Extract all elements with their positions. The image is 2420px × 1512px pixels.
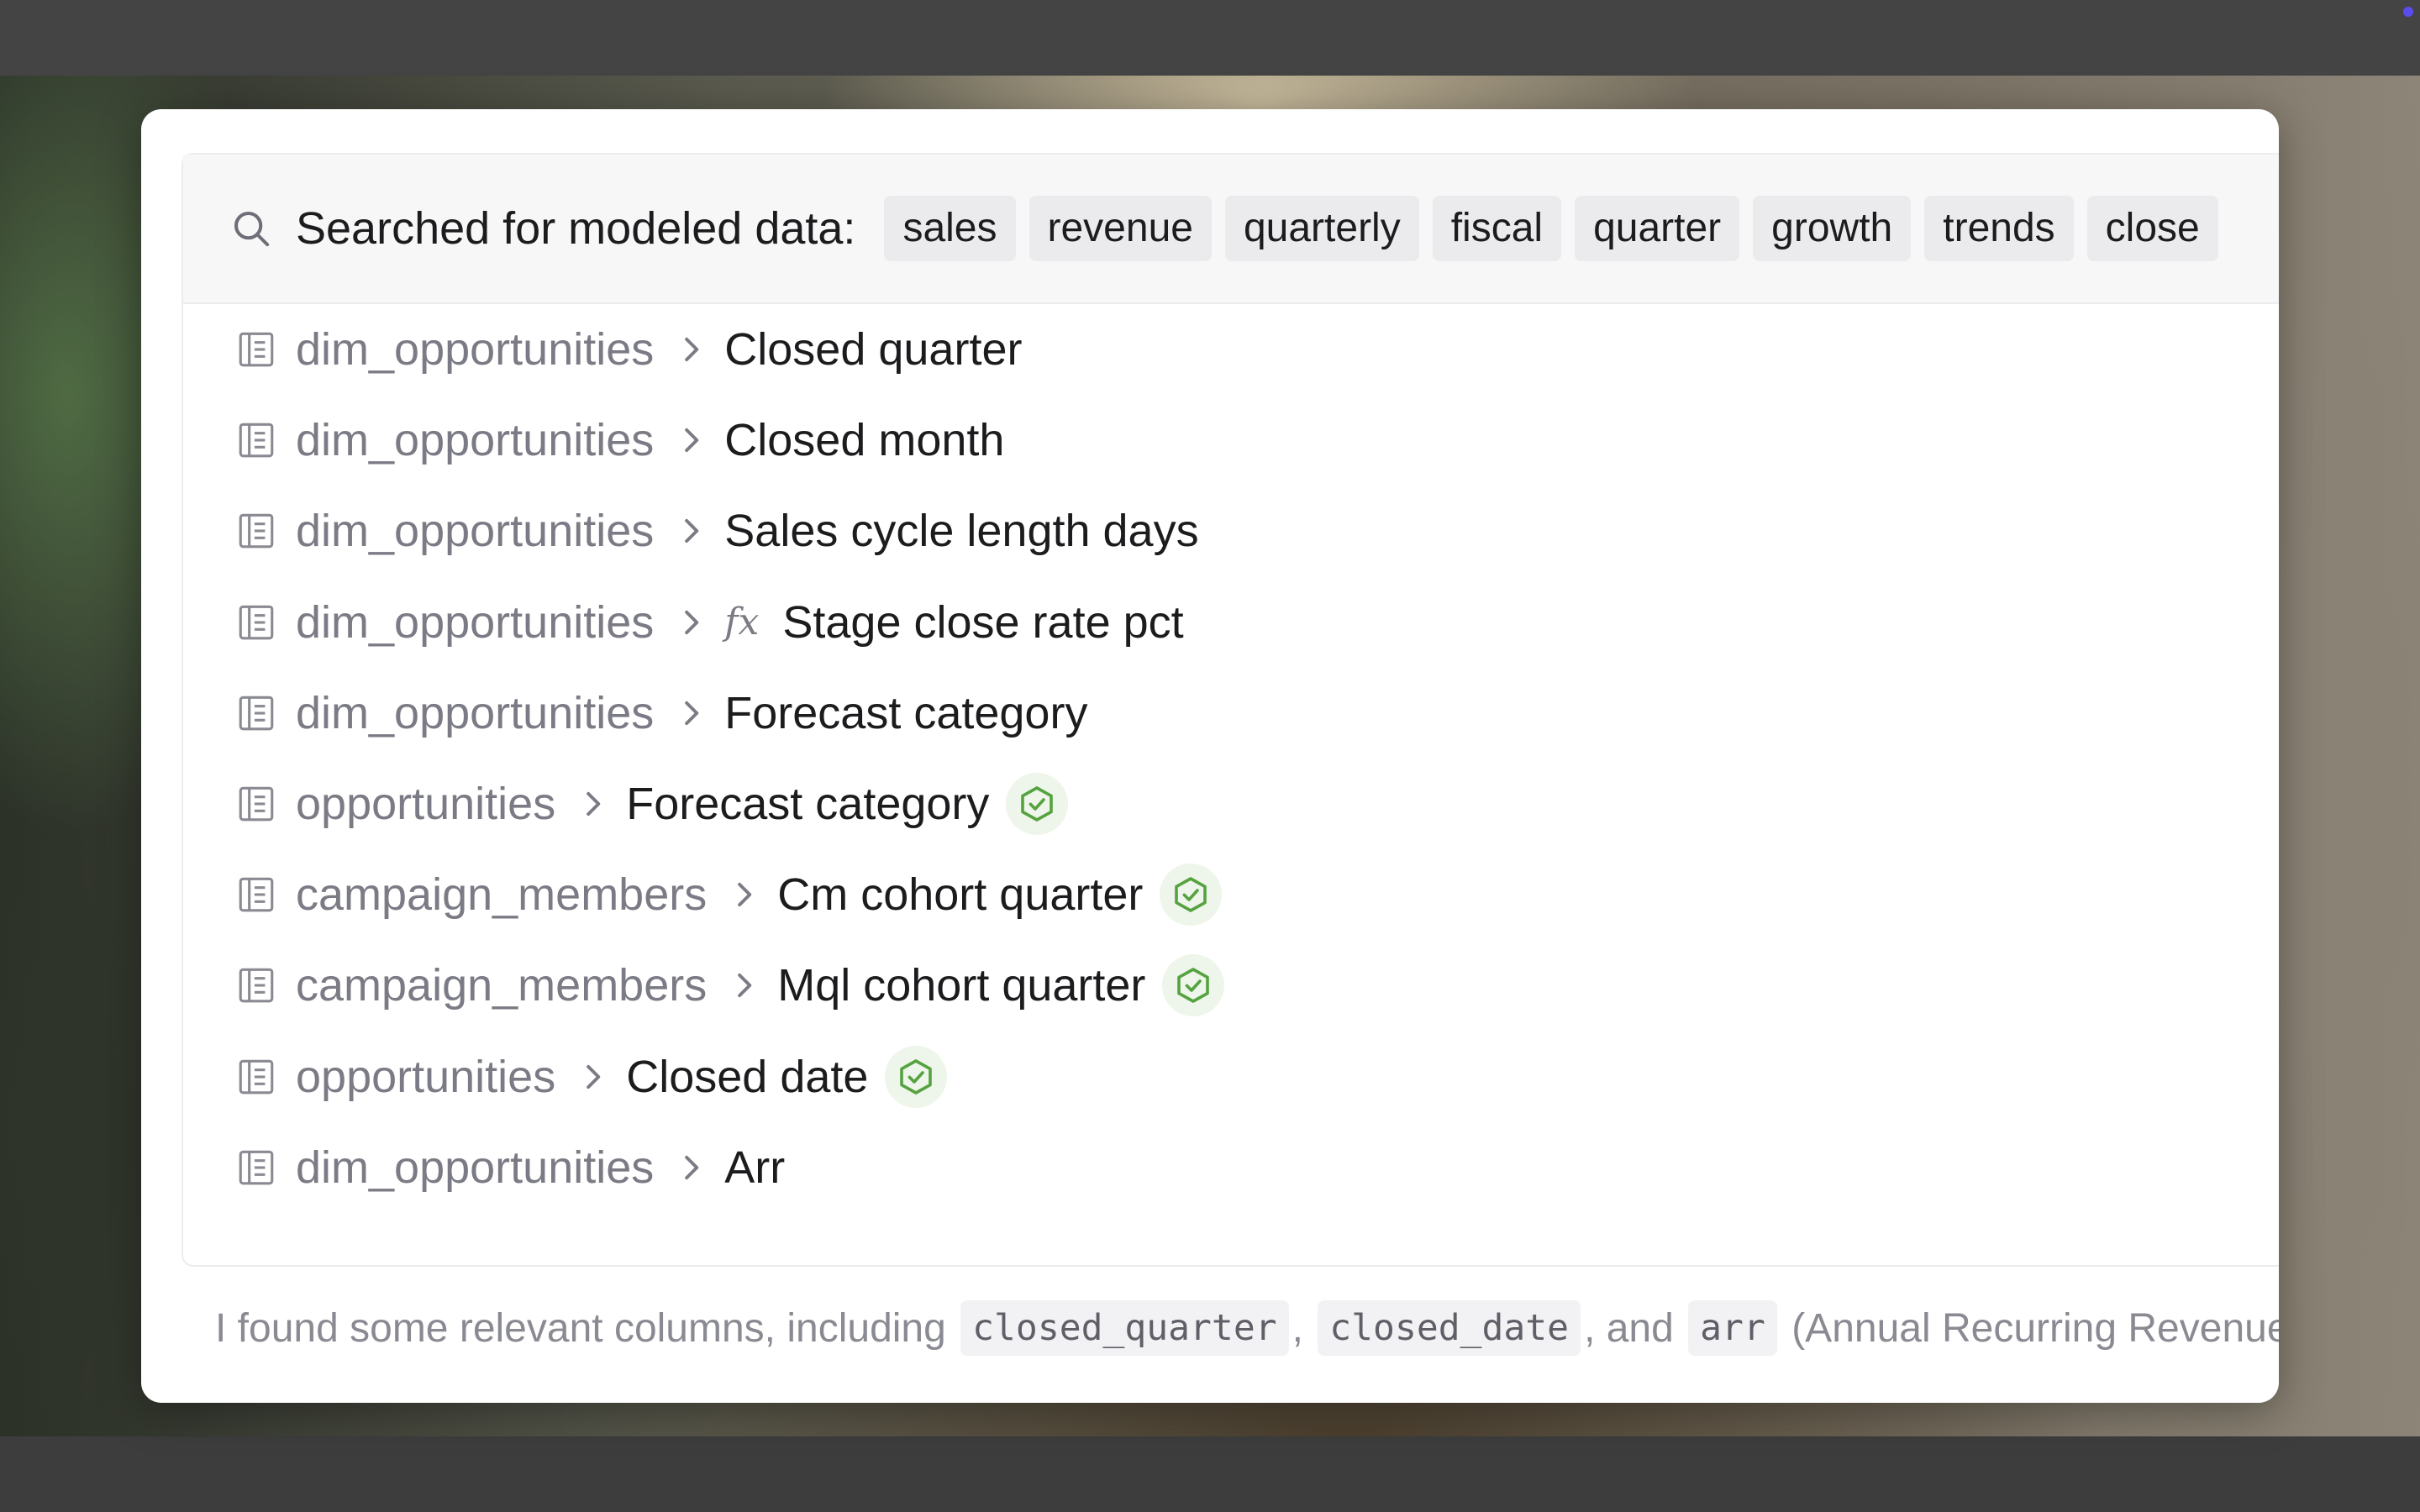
- inline-code-arr: arr: [1688, 1300, 1777, 1356]
- result-row[interactable]: campaign_members Mql cohort quarter: [183, 940, 1225, 1031]
- search-term-chip: close: [2086, 196, 2218, 261]
- table-icon: [239, 332, 274, 367]
- result-column-name: Closed month: [724, 415, 1005, 466]
- chevron-right-icon: [738, 883, 752, 907]
- result-row[interactable]: opportunities Forecast category: [183, 759, 1069, 849]
- table-icon: [239, 1059, 274, 1094]
- result-table-name: campaign_members: [296, 960, 708, 1011]
- table-icon: [239, 1150, 274, 1185]
- response-text-suffix: (Annual Recurring Revenue: [1791, 1305, 2279, 1351]
- search-term-chip: sales: [884, 196, 1016, 261]
- result-table-name: dim_opportunities: [296, 687, 655, 738]
- verified-badge: [1160, 864, 1223, 927]
- table-icon: [239, 514, 274, 549]
- table-icon: [239, 423, 274, 458]
- top-bar: [0, 0, 2420, 76]
- table-icon: [239, 786, 274, 822]
- table-icon: [239, 969, 274, 1003]
- result-column-name: Forecast category: [724, 687, 1088, 738]
- result-table-name: dim_opportunities: [296, 596, 655, 648]
- search-term-chip: trends: [1924, 196, 2074, 261]
- result-table-name: dim_opportunities: [296, 506, 655, 557]
- search-term-chip: revenue: [1028, 196, 1212, 261]
- result-table-name: dim_opportunities: [296, 324, 655, 375]
- table-icon: [239, 605, 274, 639]
- chevron-right-icon: [685, 610, 699, 634]
- results-list: dim_opportunities Closed quarter dim_oppor…: [183, 304, 2279, 1265]
- verified-badge: [1006, 773, 1069, 835]
- chevron-right-icon: [685, 337, 699, 362]
- search-term-chip: quarter: [1575, 196, 1740, 261]
- response-separator: , and: [1584, 1305, 1674, 1351]
- assistant-response-text: I found some relevant columns, including…: [215, 1300, 2279, 1356]
- result-column-name: Closed quarter: [724, 324, 1023, 375]
- result-table-name: dim_opportunities: [296, 415, 655, 466]
- verified-badge-icon: [1021, 786, 1054, 822]
- search-summary-label: Searched for modeled data:: [296, 203, 856, 254]
- chevron-right-icon: [685, 701, 699, 725]
- search-icon: [234, 211, 270, 247]
- verified-badge-icon: [1175, 877, 1207, 912]
- verified-badge: [1162, 954, 1225, 1017]
- search-term-chip: quarterly: [1224, 196, 1419, 261]
- inline-code-closed-quarter: closed_quarter: [960, 1300, 1289, 1356]
- result-column-name: Forecast category: [626, 779, 990, 829]
- inline-code-closed-date: closed_date: [1318, 1300, 1581, 1356]
- result-column-name: Mql cohort quarter: [777, 960, 1146, 1011]
- chevron-right-icon: [685, 1155, 699, 1179]
- result-table-name: opportunities: [296, 1051, 556, 1102]
- bottom-bar: [0, 1436, 2420, 1512]
- table-icon: [239, 877, 274, 912]
- chat-message-panel: Searched for modeled data: sales revenue…: [141, 109, 2279, 1403]
- status-dot: [2403, 7, 2413, 17]
- chevron-right-icon: [685, 428, 699, 453]
- verified-badge-icon: [900, 1058, 933, 1095]
- chevron-right-icon: [587, 791, 601, 816]
- result-row[interactable]: dim_opportunities Sales cycle length days: [183, 486, 1199, 576]
- result-table-name: opportunities: [296, 779, 556, 829]
- result-table-name: campaign_members: [296, 869, 708, 921]
- result-column-name: Closed date: [626, 1051, 869, 1102]
- chevron-right-icon: [685, 519, 699, 543]
- chevron-right-icon: [738, 974, 752, 998]
- result-row[interactable]: campaign_members Cm cohort quarter: [183, 849, 1223, 940]
- result-row[interactable]: dim_opportunities Closed month: [183, 395, 1004, 486]
- result-column-name: Cm cohort quarter: [777, 869, 1144, 921]
- result-row[interactable]: opportunities Closed date: [183, 1032, 948, 1122]
- search-term-chip: growth: [1753, 196, 1912, 261]
- verified-badge: [885, 1045, 948, 1108]
- response-text-prefix: I found some relevant columns, including: [215, 1305, 946, 1351]
- search-summary-header[interactable]: Searched for modeled data: sales revenue…: [183, 155, 2279, 304]
- result-row[interactable]: dim_opportunities Closed quarter: [183, 304, 1022, 395]
- verified-badge-icon: [1177, 968, 1210, 1004]
- result-table-name: dim_opportunities: [296, 1142, 655, 1193]
- search-results-card: Searched for modeled data: sales revenue…: [182, 153, 2279, 1267]
- response-separator: ,: [1292, 1305, 1303, 1351]
- formula-icon: fx: [724, 601, 760, 644]
- result-row[interactable]: dim_opportunities fx Stage close rate pct: [183, 577, 1184, 668]
- result-column-name: Stage close rate pct: [782, 596, 1184, 648]
- search-term-chip: fiscal: [1432, 196, 1562, 261]
- result-column-name: Arr: [724, 1142, 786, 1193]
- result-row[interactable]: dim_opportunities Arr: [183, 1122, 785, 1213]
- result-row[interactable]: dim_opportunities Forecast category: [183, 668, 1087, 759]
- chevron-right-icon: [587, 1064, 601, 1089]
- result-column-name: Sales cycle length days: [724, 506, 1199, 557]
- table-icon: [239, 696, 274, 731]
